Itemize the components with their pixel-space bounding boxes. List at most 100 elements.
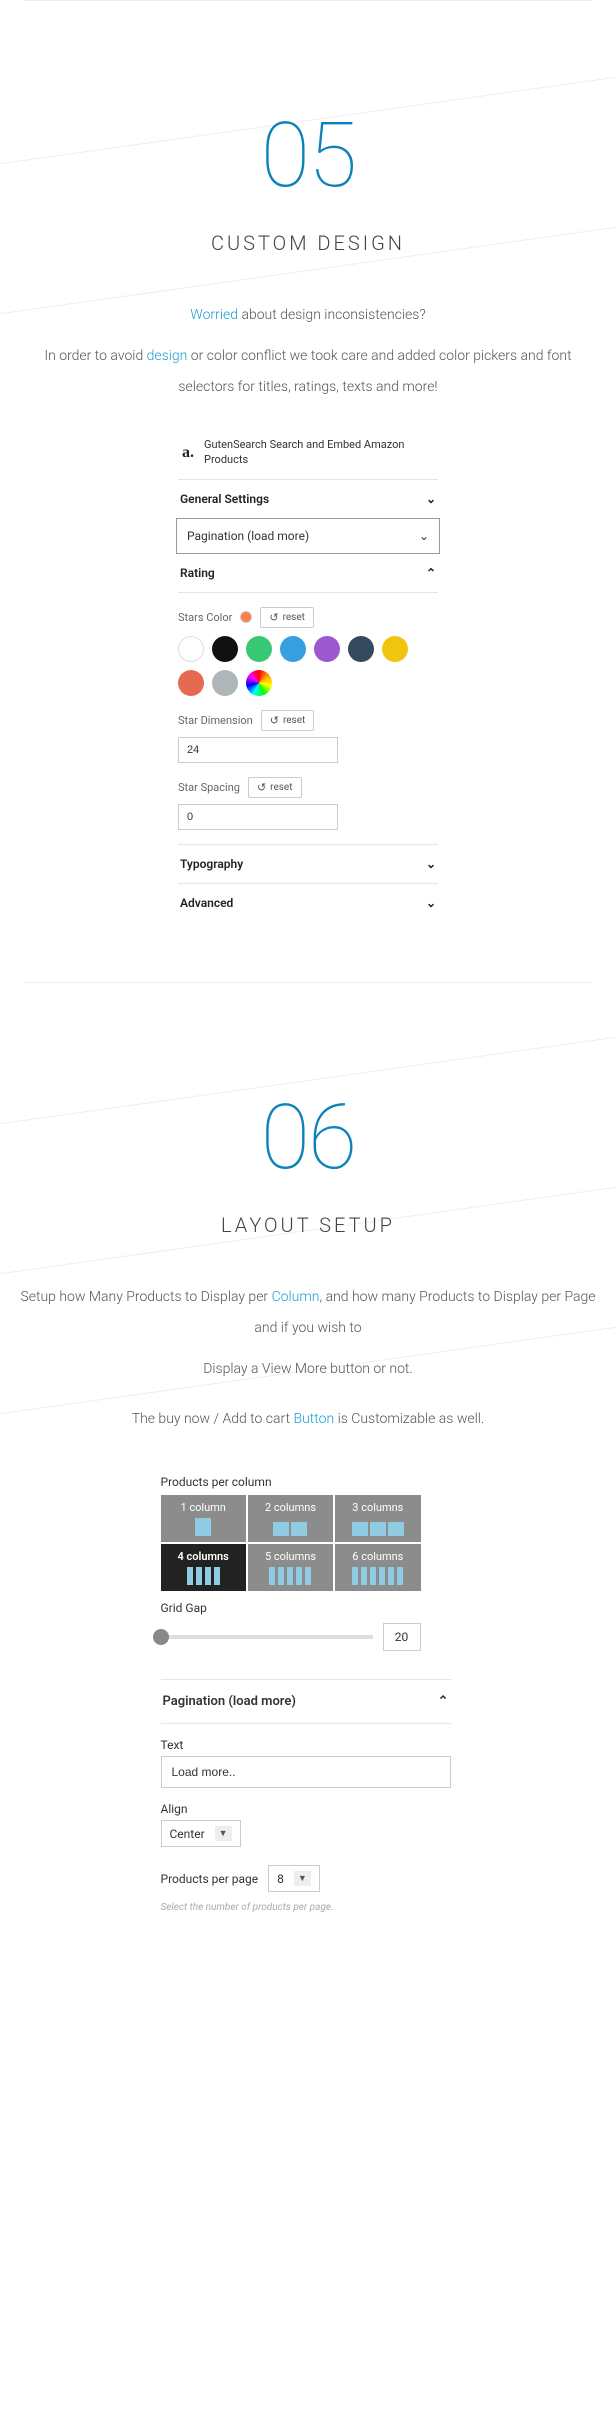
accordion-typography[interactable]: Typography ⌄: [178, 844, 438, 883]
column-option-label: 3 columns: [352, 1501, 403, 1514]
select-value: Center: [170, 1827, 205, 1841]
grid-gap-slider-row: 20: [161, 1623, 421, 1651]
accordion-label: Rating: [180, 566, 215, 580]
accordion-rating[interactable]: Rating ⌃: [178, 554, 438, 592]
column-option[interactable]: 1 column: [161, 1495, 246, 1542]
chevron-up-icon: ⌃: [438, 1694, 449, 1709]
products-per-page-row: Products per page 8 ▼: [161, 1865, 456, 1892]
column-option[interactable]: 2 columns: [248, 1495, 333, 1542]
section-layout-setup: 06 LAYOUT SETUP Setup how Many Products …: [0, 983, 616, 1973]
column-option[interactable]: 6 columns: [335, 1544, 420, 1591]
text-label: Text: [161, 1738, 456, 1752]
column-option-label: 6 columns: [352, 1550, 403, 1563]
paragraph-text: The buy now / Add to cart: [132, 1411, 294, 1427]
accent-text: Button: [294, 1411, 335, 1427]
accordion-label: Pagination (load more): [163, 1694, 296, 1709]
accordion-pagination[interactable]: Pagination (load more) ⌃: [161, 1679, 451, 1724]
paragraph-text: is Customizable as well.: [334, 1411, 484, 1427]
chevron-down-icon: ⌄: [426, 896, 436, 910]
star-dimension-input[interactable]: [178, 737, 338, 763]
load-more-text-input[interactable]: [161, 1756, 451, 1788]
color-swatch[interactable]: [280, 636, 306, 662]
color-swatch[interactable]: [348, 636, 374, 662]
paragraph-text: Setup how Many Products to Display per: [20, 1289, 271, 1305]
columns-grid: 1 column 2 columns 3 columns 4 columns 5 col…: [161, 1495, 421, 1591]
undo-icon: ↺: [257, 781, 266, 794]
color-swatch[interactable]: [178, 636, 204, 662]
reset-button[interactable]: ↺ reset: [261, 710, 315, 731]
section-paragraph: The buy now / Add to cart Button is Cust…: [20, 1404, 596, 1435]
settings-panel: a. GutenSearch Search and Embed Amazon P…: [178, 432, 438, 922]
accordion-label: General Settings: [180, 492, 269, 506]
color-swatches: [178, 636, 438, 696]
field-label: Star Spacing: [178, 781, 240, 794]
column-option[interactable]: 3 columns: [335, 1495, 420, 1542]
slider-thumb[interactable]: [153, 1629, 169, 1645]
color-swatch[interactable]: [212, 670, 238, 696]
section-paragraph: Display a View More button or not.: [20, 1354, 596, 1385]
chevron-down-icon: ⌄: [426, 492, 436, 506]
paragraph-text: or color conflict we took care and added…: [178, 348, 571, 395]
accent-text: Column: [272, 1289, 320, 1305]
align-label: Align: [161, 1802, 456, 1816]
products-per-page-select[interactable]: 8 ▼: [268, 1865, 320, 1892]
column-option[interactable]: 5 columns: [248, 1544, 333, 1591]
section-paragraph: Setup how Many Products to Display per C…: [20, 1282, 596, 1344]
section-title: LAYOUT SETUP: [20, 1213, 596, 1237]
layout-panel: Products per column 1 column 2 columns 3 c…: [161, 1475, 456, 1913]
star-spacing-input[interactable]: [178, 804, 338, 830]
undo-icon: ↺: [270, 714, 279, 727]
rating-body: Stars Color ↺ reset Star Dimension ↺ res…: [178, 592, 438, 830]
section-number: 06: [20, 1093, 596, 1183]
chevron-down-icon: ⌄: [419, 529, 429, 543]
bars-icon: [171, 1518, 235, 1536]
bars-icon: [346, 1567, 410, 1585]
column-option-label: 1 column: [180, 1501, 225, 1514]
bars-icon: [346, 1518, 410, 1536]
select-value: 8: [277, 1872, 284, 1886]
color-swatch[interactable]: [246, 636, 272, 662]
panel-header-text: GutenSearch Search and Embed Amazon Prod…: [204, 438, 434, 467]
select-value: Pagination (load more): [187, 529, 309, 543]
reset-button[interactable]: ↺ reset: [260, 607, 314, 628]
column-option[interactable]: 4 columns: [161, 1544, 246, 1591]
chevron-down-icon: ▼: [215, 1826, 232, 1841]
color-swatch[interactable]: [382, 636, 408, 662]
reset-label: reset: [283, 715, 305, 726]
field-label: Stars Color: [178, 611, 232, 624]
column-option-label: 5 columns: [265, 1550, 316, 1563]
bars-icon: [258, 1518, 322, 1536]
color-swatch[interactable]: [314, 636, 340, 662]
pagination-select[interactable]: Pagination (load more) ⌄: [176, 518, 440, 554]
amazon-icon: a.: [182, 444, 194, 462]
current-color-dot: [240, 611, 252, 623]
accordion-advanced[interactable]: Advanced ⌄: [178, 883, 438, 922]
section-paragraph: In order to avoid design or color confli…: [20, 341, 596, 403]
star-spacing-group: Star Spacing ↺ reset: [178, 777, 438, 830]
section-paragraph: Worried about design inconsistencies?: [20, 300, 596, 331]
accent-text: Worried: [190, 307, 238, 323]
grid-gap-label: Grid Gap: [161, 1601, 456, 1615]
ppp-label: Products per page: [161, 1872, 259, 1886]
section-number: 05: [20, 111, 596, 201]
ppc-label: Products per column: [161, 1475, 456, 1489]
grid-gap-slider[interactable]: [161, 1635, 373, 1639]
align-select[interactable]: Center ▼: [161, 1820, 241, 1847]
panel-header: a. GutenSearch Search and Embed Amazon P…: [178, 432, 438, 479]
paragraph-text: In order to avoid: [44, 348, 146, 364]
column-option-label: 2 columns: [265, 1501, 316, 1514]
column-option-label: 4 columns: [177, 1550, 228, 1563]
accordion-general-settings[interactable]: General Settings ⌄: [178, 479, 438, 518]
accent-text: design: [147, 348, 188, 364]
bars-icon: [171, 1567, 235, 1585]
color-swatch[interactable]: [178, 670, 204, 696]
paragraph-text: about design inconsistencies?: [238, 307, 426, 323]
color-swatch[interactable]: [246, 670, 272, 696]
star-dimension-group: Star Dimension ↺ reset: [178, 710, 438, 763]
accordion-label: Advanced: [180, 896, 233, 910]
reset-button[interactable]: ↺ reset: [248, 777, 302, 798]
grid-gap-value[interactable]: 20: [383, 1623, 421, 1651]
section-custom-design: 05 CUSTOM DESIGN Worried about design in…: [0, 1, 616, 982]
stars-color-row: Stars Color ↺ reset: [178, 607, 438, 628]
color-swatch[interactable]: [212, 636, 238, 662]
